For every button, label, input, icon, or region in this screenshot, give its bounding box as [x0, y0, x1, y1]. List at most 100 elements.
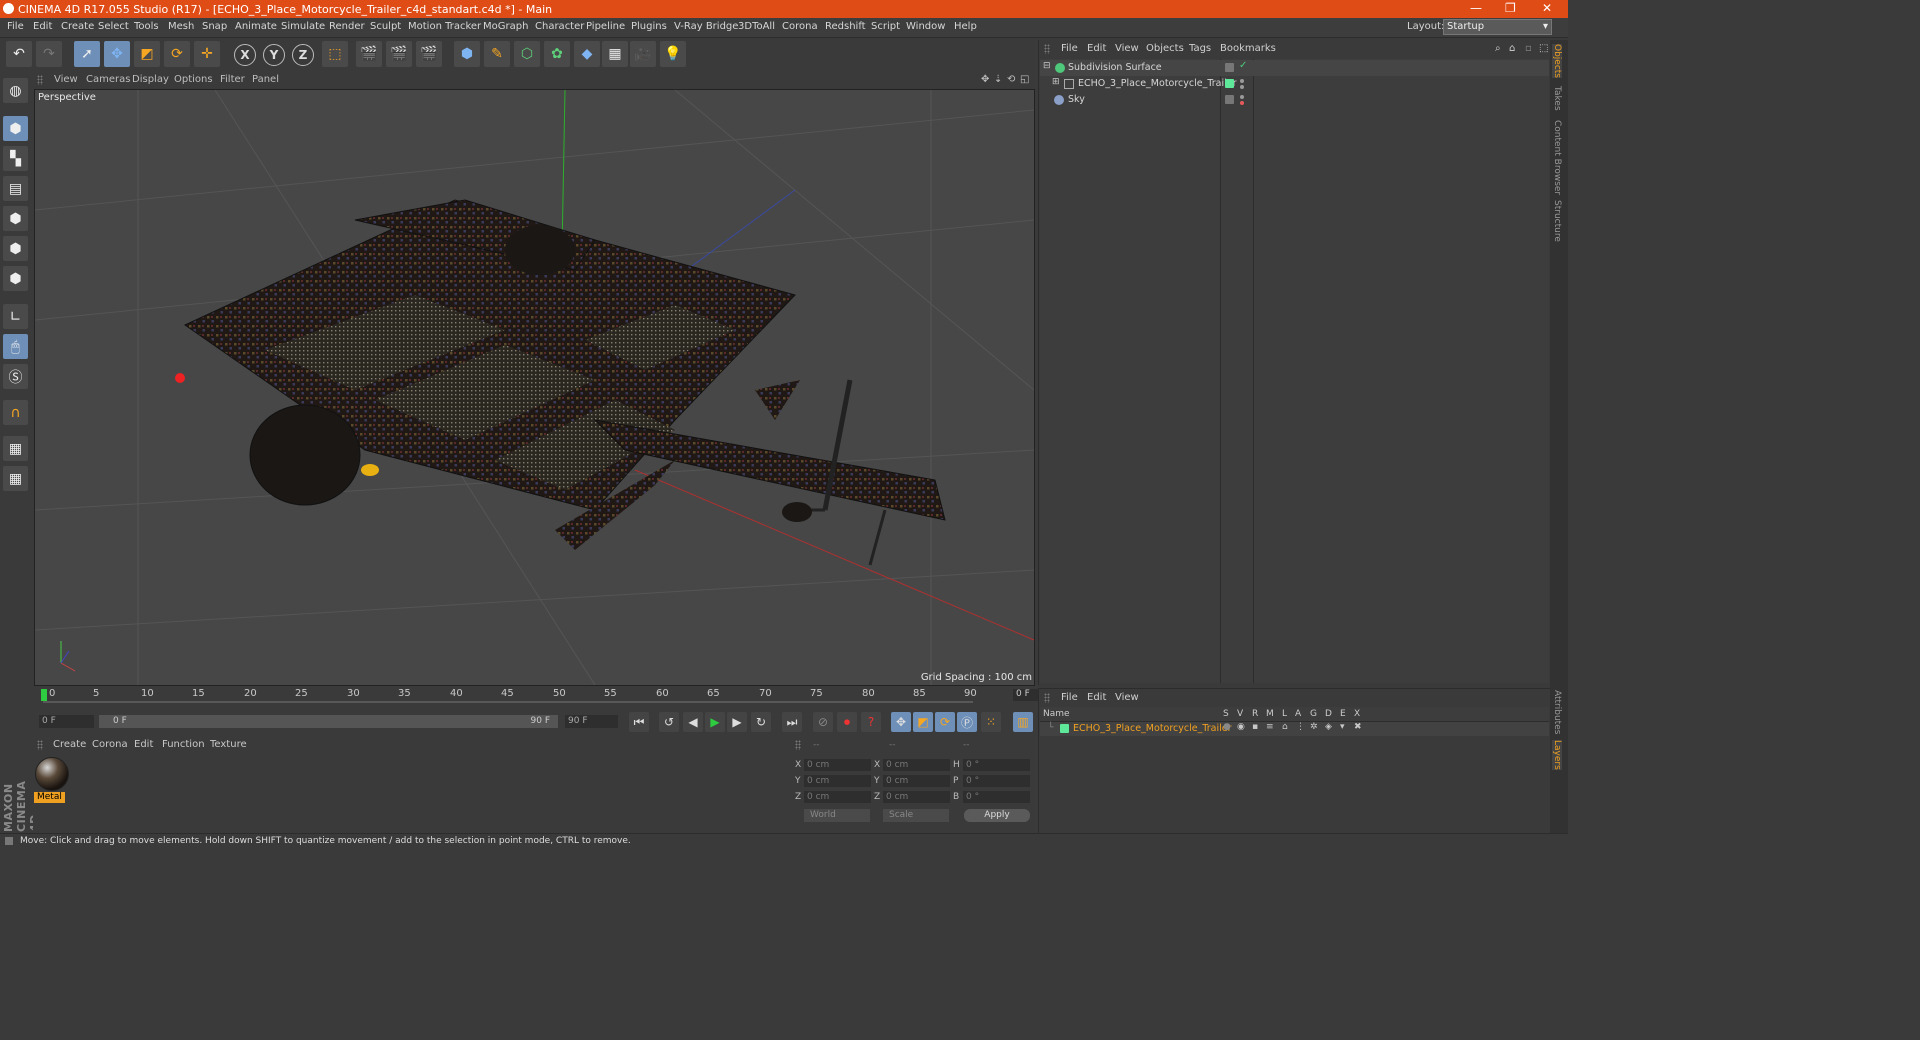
layer-animation-icon[interactable]: ⋮: [1296, 722, 1305, 732]
search-icon[interactable]: ⌕: [1495, 43, 1501, 54]
x-axis-lock-button[interactable]: X: [234, 44, 256, 66]
objects-menu-objects[interactable]: Objects: [1146, 43, 1184, 54]
layer-color-swatch[interactable]: [1060, 724, 1069, 733]
solo-mode-button[interactable]: Ⓢ: [3, 364, 28, 389]
menu-redshift[interactable]: Redshift: [825, 21, 866, 32]
key-parameter-button[interactable]: Ⓟ: [957, 712, 977, 732]
add-deformer-button[interactable]: ◆: [574, 41, 600, 67]
trailer-model[interactable]: [175, 199, 946, 566]
prev-key-button[interactable]: ↺: [659, 712, 679, 732]
add-subdivision-button[interactable]: ⬡: [514, 41, 540, 67]
restore-icon[interactable]: ❐: [1505, 1, 1516, 15]
texture-mode-button[interactable]: ▚: [3, 146, 28, 171]
layer-color-icon[interactable]: [1225, 79, 1234, 88]
col-view[interactable]: V: [1237, 709, 1243, 719]
coordinate-space-select[interactable]: World: [804, 809, 870, 822]
motion-record-button[interactable]: ⊘: [813, 712, 833, 732]
material-menu-function[interactable]: Function: [162, 739, 205, 750]
col-manager[interactable]: M: [1266, 709, 1274, 719]
add-floor-button[interactable]: ▦: [602, 41, 628, 67]
prev-frame-button[interactable]: ◀: [683, 712, 703, 732]
layer-name[interactable]: ECHO_3_Place_Motorcycle_Trailer: [1073, 723, 1232, 734]
viewport-menu-panel[interactable]: Panel: [252, 74, 279, 85]
make-editable-button[interactable]: ◍: [3, 78, 28, 103]
objects-menu-view[interactable]: View: [1115, 43, 1139, 54]
workplane-lock-button[interactable]: ▦: [3, 436, 28, 461]
goto-end-button[interactable]: ⏭: [782, 712, 802, 732]
key-pla-button[interactable]: ⁙: [981, 712, 1001, 732]
menu-help[interactable]: Help: [954, 21, 977, 32]
col-expressions[interactable]: E: [1340, 709, 1346, 719]
minimize-icon[interactable]: —: [1470, 1, 1482, 15]
frame-range-slider[interactable]: 0 F 90 F: [99, 715, 558, 728]
material-preview-metal[interactable]: [35, 757, 69, 791]
menu-corona[interactable]: Corona: [782, 21, 818, 32]
redo-button[interactable]: ↷: [36, 41, 62, 67]
menu-edit[interactable]: Edit: [33, 21, 52, 32]
menu-create[interactable]: Create: [61, 21, 94, 32]
play-button[interactable]: ▶: [705, 712, 725, 732]
expand-icon[interactable]: ⊞: [1052, 77, 1060, 87]
tab-attributes[interactable]: Attributes: [1552, 690, 1562, 734]
close-icon[interactable]: ✕: [1542, 1, 1552, 15]
col-name[interactable]: Name: [1043, 709, 1070, 719]
col-deformers[interactable]: D: [1325, 709, 1332, 719]
layers-menu-view[interactable]: View: [1115, 692, 1139, 703]
workplane-rotate-button[interactable]: ▦: [3, 466, 28, 491]
material-menu-corona[interactable]: Corona: [92, 739, 128, 750]
layer-solo-icon[interactable]: ●: [1223, 722, 1231, 732]
rotate-tool-button[interactable]: ⟳: [164, 41, 190, 67]
menu-select[interactable]: Select: [98, 21, 129, 32]
layer-generator-icon[interactable]: ✲: [1310, 722, 1318, 732]
panel-grip-icon[interactable]: [37, 740, 43, 750]
object-row[interactable]: ⊞ ECHO_3_Place_Motorcycle_Trailer: [1040, 76, 1549, 92]
viewport-menu-view[interactable]: View: [54, 74, 78, 85]
timeline-window-button[interactable]: ▥: [1013, 712, 1033, 732]
tab-content-browser[interactable]: Content Browser: [1552, 120, 1562, 195]
panel-grip-icon[interactable]: [37, 75, 43, 85]
tab-takes[interactable]: Takes: [1552, 86, 1562, 111]
menu-script[interactable]: Script: [871, 21, 900, 32]
next-key-button[interactable]: ↻: [751, 712, 771, 732]
render-settings-button[interactable]: 🎬: [416, 41, 442, 67]
col-solo[interactable]: S: [1223, 709, 1229, 719]
timeline-ruler[interactable]: 0 5 10 15 20 25 30 35 40 45 50 55 60 65 …: [33, 687, 1068, 703]
panel-grip-icon[interactable]: [795, 740, 801, 750]
rotate-view-icon[interactable]: ⟲: [1007, 74, 1015, 85]
axis-mode-button[interactable]: ∟: [3, 304, 28, 329]
home-icon[interactable]: ⌂: [1509, 43, 1515, 54]
menu-simulate[interactable]: Simulate: [281, 21, 325, 32]
menu-pipeline[interactable]: Pipeline: [586, 21, 625, 32]
filter-icon[interactable]: ▫: [1525, 43, 1532, 54]
z-axis-lock-button[interactable]: Z: [292, 44, 314, 66]
viewport-menu-display[interactable]: Display: [132, 74, 169, 85]
size-y-field[interactable]: 0 cm: [883, 775, 950, 787]
record-keyframe-button[interactable]: ⏺: [837, 712, 857, 732]
y-axis-lock-button[interactable]: Y: [263, 44, 285, 66]
col-animation[interactable]: A: [1295, 709, 1301, 719]
menu-snap[interactable]: Snap: [202, 21, 227, 32]
editor-visibility-icon[interactable]: [1225, 95, 1234, 104]
objects-menu-tags[interactable]: Tags: [1189, 43, 1211, 54]
size-mode-select[interactable]: Scale: [883, 809, 949, 822]
last-tool-button[interactable]: ✛: [194, 41, 220, 67]
start-frame-field[interactable]: 0 F: [39, 715, 94, 728]
menu-mograph[interactable]: MoGraph: [483, 21, 528, 32]
move-tool-button[interactable]: ✥: [104, 41, 130, 67]
zoom-view-icon[interactable]: ⇣: [994, 74, 1002, 85]
material-name-label[interactable]: Metal: [34, 792, 65, 803]
playhead[interactable]: [41, 689, 47, 701]
size-z-field[interactable]: 0 cm: [883, 791, 950, 803]
tab-objects[interactable]: Objects: [1552, 44, 1562, 79]
col-render[interactable]: R: [1252, 709, 1258, 719]
layer-render-icon[interactable]: ▪: [1252, 722, 1258, 732]
layout-select[interactable]: Startup ▾: [1443, 19, 1552, 35]
menu-mesh[interactable]: Mesh: [168, 21, 194, 32]
rot-b-field[interactable]: 0 °: [963, 791, 1030, 803]
add-cube-button[interactable]: ⬢: [454, 41, 480, 67]
layer-expression-icon[interactable]: ▾: [1340, 722, 1345, 732]
live-selection-button[interactable]: ➚: [74, 41, 100, 67]
undo-button[interactable]: ↶: [6, 41, 32, 67]
layer-xref-icon[interactable]: ✖: [1354, 722, 1362, 732]
material-menu-create[interactable]: Create: [53, 739, 86, 750]
